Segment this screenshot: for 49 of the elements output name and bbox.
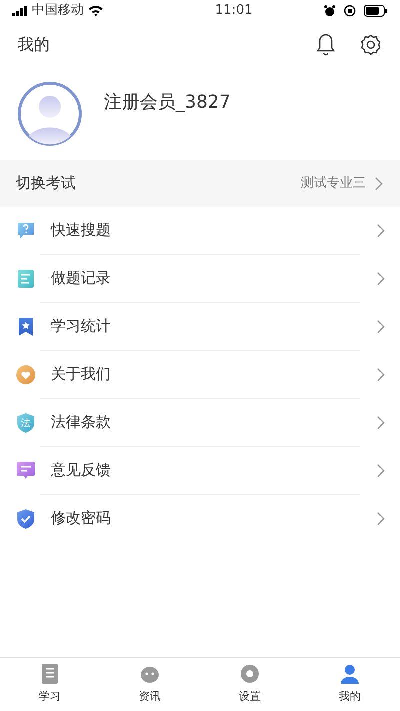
- tab-item[interactable]: 学习: [0, 658, 100, 711]
- alarm-icon: [324, 5, 336, 17]
- exam-switch-row[interactable]: 切换考试 测试专业三: [0, 160, 400, 207]
- clock-time: 11:01: [214, 2, 253, 20]
- chevron-icon: [376, 512, 386, 526]
- menu-label: 意见反馈: [51, 460, 111, 482]
- menu-label: 快速搜题: [51, 220, 111, 242]
- exam-switch-label: 切换考试: [16, 173, 76, 194]
- user-name: 注册会员_3827: [104, 90, 231, 114]
- chevron-icon: [376, 368, 386, 382]
- document-icon: [16, 268, 36, 288]
- shield-icon: 法: [16, 412, 36, 432]
- notification-icon[interactable]: [316, 33, 336, 57]
- menu-label: 修改密码: [51, 508, 111, 530]
- menu-item[interactable]: 关于我们: [0, 351, 400, 398]
- menu-item[interactable]: 快速搜题: [0, 207, 400, 254]
- signal-icon: [12, 6, 28, 16]
- star-bookmark-icon: [16, 316, 36, 336]
- chevron-icon: [376, 224, 386, 238]
- chevron-icon: [376, 464, 386, 478]
- exam-name: 测试专业三: [301, 174, 366, 193]
- menu-label: 学习统计: [51, 316, 111, 338]
- tab-item[interactable]: 设置: [200, 658, 300, 711]
- person-icon: [338, 662, 362, 686]
- rotation-lock-icon: [344, 5, 356, 17]
- menu-item[interactable]: 修改密码: [0, 495, 400, 542]
- wifi-icon: [88, 5, 104, 17]
- menu-item[interactable]: 做题记录: [0, 255, 400, 302]
- battery-icon: [364, 5, 388, 17]
- page-title: 我的: [18, 34, 50, 56]
- chevron-icon: [376, 416, 386, 430]
- settings-icon: [238, 662, 262, 686]
- menu-label: 法律条款: [51, 412, 111, 434]
- menu-item[interactable]: 意见反馈: [0, 447, 400, 494]
- menu-label: 做题记录: [51, 268, 111, 290]
- question-bubble-icon: [16, 220, 36, 240]
- message-icon: [16, 460, 36, 480]
- menu-item[interactable]: 法 法律条款: [0, 399, 400, 446]
- chevron-icon: [376, 272, 386, 286]
- settings-icon[interactable]: [360, 34, 382, 56]
- menu-label: 关于我们: [51, 364, 111, 386]
- carrier-name: 中国移动: [32, 2, 84, 20]
- chevron-icon: [374, 176, 384, 190]
- avatar-icon: [18, 82, 82, 146]
- shield-check-icon: [16, 508, 36, 528]
- tab-item[interactable]: 资讯: [100, 658, 200, 711]
- menu-item[interactable]: 学习统计: [0, 303, 400, 350]
- chevron-icon: [376, 320, 386, 334]
- tab-item[interactable]: 我的: [300, 658, 400, 711]
